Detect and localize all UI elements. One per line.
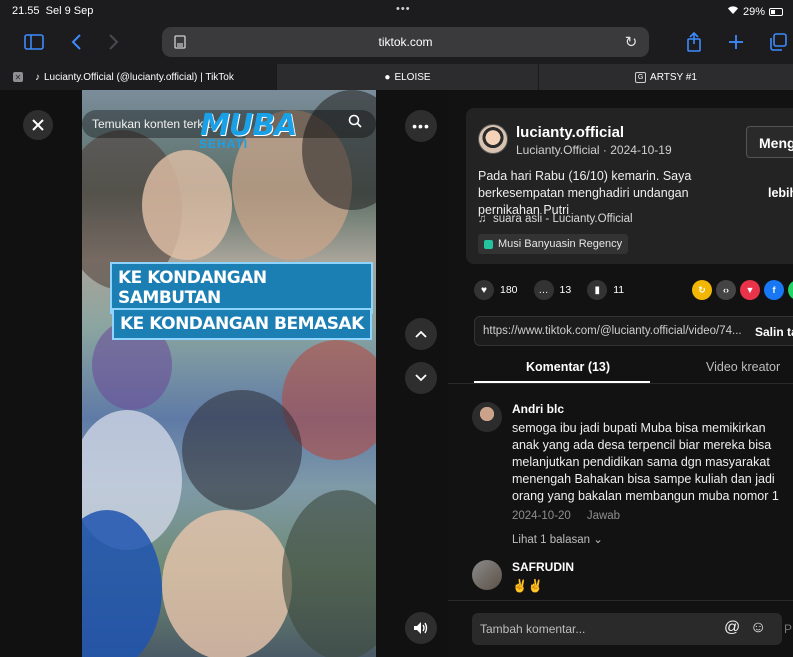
battery-percent: 29% <box>742 5 765 18</box>
caption-row-wrong: KE KONDANGAN SAMBUTAN ✕ <box>110 262 376 314</box>
time-text: 21.55 <box>12 5 40 17</box>
tab-creator-videos[interactable]: Video kreator <box>706 360 780 374</box>
location-tag[interactable]: Musi Banyuasin Regency <box>478 234 629 254</box>
avatar[interactable] <box>478 124 508 154</box>
avatar[interactable] <box>472 560 502 590</box>
status-right: 29% <box>727 5 783 18</box>
location-label: Musi Banyuasin Regency <box>498 238 623 250</box>
search-icon[interactable] <box>348 114 362 131</box>
close-video-button[interactable] <box>23 110 53 140</box>
address-bar[interactable]: tiktok.com ↻ <box>162 27 649 57</box>
status-bar: 21.55 Sel 9 Sep ••• 29% <box>0 0 793 22</box>
mention-icon[interactable]: @ <box>724 619 740 637</box>
tab-eloise[interactable]: ● ELOISE <box>276 64 538 90</box>
muba-logo-sub: SEHATI <box>199 137 249 151</box>
send-icon[interactable]: ▼ <box>740 280 760 300</box>
engagement-stats: ♥ 180 … 13 ▮ 11 <box>474 280 640 300</box>
back-icon[interactable] <box>62 28 90 56</box>
tab-favicon-icon: G <box>635 71 647 83</box>
previous-video-button[interactable] <box>405 318 437 350</box>
tab-favicon-icon: ● <box>384 71 391 83</box>
tab-tiktok[interactable]: ✕ ♪ Lucianty.Official (@lucianty.officia… <box>0 64 276 90</box>
music-row[interactable]: ♫ suara asli - Lucianty.Official <box>478 213 633 225</box>
caption-row-right: KE KONDANGAN BEMASAK ✓ <box>112 304 376 344</box>
details-panel: lucianty.official Lucianty.Official · 20… <box>448 90 793 657</box>
copy-link-row: https://www.tiktok.com/@lucianty.officia… <box>474 316 793 346</box>
comment-text: ✌️✌️ <box>512 579 544 593</box>
music-label: suara asli - Lucianty.Official <box>493 213 633 225</box>
related-search-placeholder: Temukan konten terkait <box>92 117 217 131</box>
follow-button[interactable]: Mengi <box>746 126 793 158</box>
see-more-link[interactable]: lebih ba <box>768 186 793 200</box>
comment-count: 13 <box>559 284 572 296</box>
whatsapp-icon[interactable]: ● <box>788 280 793 300</box>
comment-text: semoga ibu jadi bupati Muba bisa memikir… <box>512 421 779 503</box>
repost-icon[interactable]: ↻ <box>692 280 712 300</box>
like-count: 180 <box>500 284 518 296</box>
like-button[interactable]: ♥ 180 <box>474 280 518 300</box>
tab-label: ELOISE <box>394 71 431 83</box>
video-frame[interactable]: Temukan konten terkait MUBA SEHATI KE KO… <box>82 90 376 657</box>
more-options-button[interactable]: ••• <box>405 110 437 142</box>
post-card: lucianty.official Lucianty.Official · 20… <box>466 108 793 264</box>
url-text: tiktok.com <box>378 35 433 49</box>
comment-tabs: Komentar (13) Video kreator <box>448 352 793 384</box>
forward-icon[interactable] <box>100 28 128 56</box>
reply-button[interactable]: Jawab <box>587 510 620 522</box>
video-player: Temukan konten terkait MUBA SEHATI KE KO… <box>0 90 448 657</box>
wifi-icon <box>727 5 739 18</box>
comment-icon: … <box>533 280 554 300</box>
username[interactable]: lucianty.official <box>516 124 624 141</box>
comment-item: Andri blc semoga ibu jadi bupati Muba bi… <box>472 402 792 546</box>
tab-comments[interactable]: Komentar (13) <box>526 360 610 374</box>
facebook-icon[interactable]: f <box>764 280 784 300</box>
bookmark-icon: ▮ <box>587 280 608 300</box>
comment-item: SAFRUDIN ✌️✌️ <box>472 560 792 600</box>
location-icon <box>484 239 493 249</box>
tab-label: Lucianty.Official (@lucianty.official) |… <box>44 71 234 83</box>
comment-input[interactable]: Tambah komentar... @ ☺ P <box>472 613 792 645</box>
browser-toolbar: tiktok.com ↻ <box>0 22 793 64</box>
embed-icon[interactable]: ‹› <box>716 280 736 300</box>
share-row: ↻ ‹› ▼ f ● <box>692 280 793 300</box>
tab-bar: ✕ ♪ Lucianty.Official (@lucianty.officia… <box>0 64 793 90</box>
volume-button[interactable] <box>405 612 437 644</box>
comment-composer: Tambah komentar... @ ☺ P <box>448 600 793 657</box>
comment-date: 2024-10-20 <box>512 510 571 522</box>
save-button[interactable]: ▮ 11 <box>587 280 624 300</box>
comment-author[interactable]: Andri blc <box>512 402 564 416</box>
share-icon[interactable] <box>680 28 708 56</box>
view-replies-button[interactable]: Lihat 1 balasan ⌄ <box>512 532 603 546</box>
heart-icon: ♥ <box>474 280 494 300</box>
avatar[interactable] <box>472 402 502 432</box>
date-text: Sel 9 Sep <box>45 5 94 17</box>
sidebar-icon[interactable] <box>20 28 48 56</box>
tiktok-icon: ♪ <box>35 71 40 83</box>
status-time: 21.55 Sel 9 Sep <box>12 5 93 17</box>
caption-text: KE KONDANGAN BEMASAK <box>112 308 372 340</box>
multitask-dots[interactable]: ••• <box>396 3 411 15</box>
active-tab-indicator <box>474 381 650 383</box>
comment-placeholder: Tambah komentar... <box>480 622 586 636</box>
copy-link-button[interactable]: Salin tau <box>755 325 793 339</box>
emoji-icon[interactable]: ☺ <box>750 619 766 637</box>
tab-artsy[interactable]: G ARTSY #1 <box>538 64 793 90</box>
battery-icon <box>769 7 783 16</box>
tabs-overview-icon[interactable] <box>764 28 792 56</box>
reload-icon[interactable]: ↻ <box>621 32 641 52</box>
comment-author[interactable]: SAFRUDIN <box>512 560 574 574</box>
next-video-button[interactable] <box>405 362 437 394</box>
tab-label: ARTSY #1 <box>650 71 697 83</box>
post-description: Pada hari Rabu (16/10) kemarin. Saya ber… <box>478 169 692 217</box>
comment-button[interactable]: … 13 <box>533 280 572 300</box>
video-link[interactable]: https://www.tiktok.com/@lucianty.officia… <box>483 325 742 337</box>
save-count: 11 <box>613 284 625 296</box>
post-comment-button[interactable]: P <box>784 622 792 636</box>
new-tab-icon[interactable] <box>722 28 750 56</box>
main-content: Temukan konten terkait MUBA SEHATI KE KO… <box>0 90 793 657</box>
comment-meta: 2024-10-20 Jawab <box>512 510 620 522</box>
post-meta: Lucianty.Official · 2024-10-19 <box>516 143 672 157</box>
tab-close-icon[interactable]: ✕ <box>13 72 23 82</box>
